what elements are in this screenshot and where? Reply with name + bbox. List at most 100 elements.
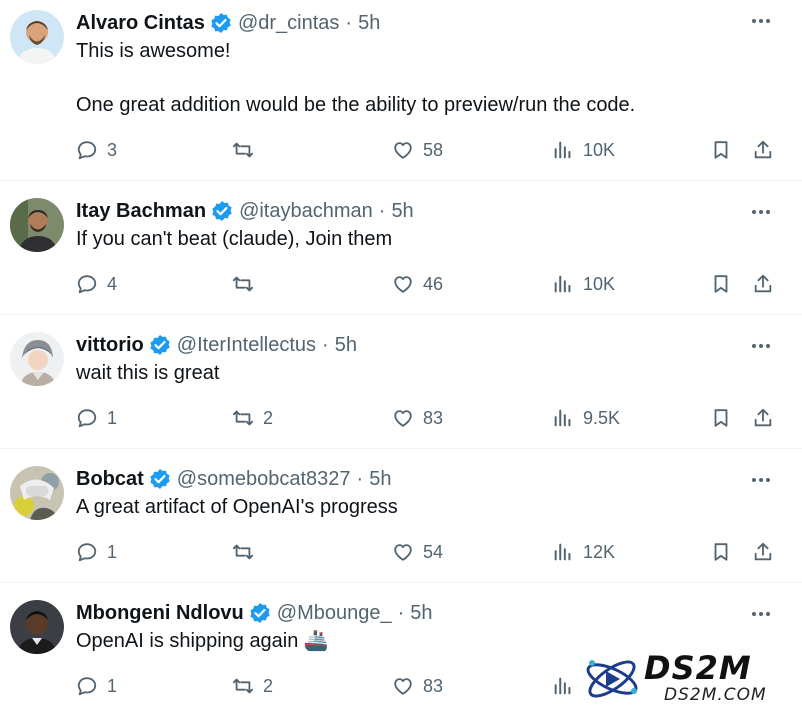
timestamp[interactable]: 5h xyxy=(410,602,432,625)
heart-icon xyxy=(394,276,412,293)
share-button[interactable] xyxy=(752,136,774,164)
like-count: 83 xyxy=(423,407,444,428)
views-button[interactable]: 12K xyxy=(552,538,615,566)
retweet-button[interactable] xyxy=(232,538,263,566)
reply-button[interactable]: 3 xyxy=(76,136,117,164)
author-handle[interactable]: @somebobcat8327 xyxy=(177,468,351,491)
bookmark-button[interactable] xyxy=(710,136,732,164)
avatar[interactable] xyxy=(10,466,64,520)
reply-button[interactable]: 4 xyxy=(76,270,117,298)
retweet-icon xyxy=(232,678,254,694)
views-chart-icon xyxy=(554,409,571,427)
retweet-button[interactable] xyxy=(232,270,263,298)
reply-button[interactable]: 1 xyxy=(76,538,117,566)
like-button[interactable]: 83 xyxy=(392,404,443,432)
author-name[interactable]: Alvaro Cintas xyxy=(76,12,205,35)
separator-dot: · xyxy=(345,11,353,34)
tweet[interactable]: Alvaro Cintas @dr_cintas · 5h This is aw… xyxy=(0,0,802,181)
tweet-text: OpenAI is shipping again 🚢 xyxy=(76,630,329,652)
author-name[interactable]: Itay Bachman xyxy=(76,200,206,223)
retweet-button[interactable] xyxy=(232,136,263,164)
author-name[interactable]: Bobcat xyxy=(76,468,144,491)
like-button[interactable]: 83 xyxy=(392,672,443,700)
bookmark-button[interactable] xyxy=(710,270,732,298)
action-bar: 1 2 83 9.5K xyxy=(76,404,802,432)
verified-badge-icon xyxy=(150,335,170,355)
more-options-icon[interactable] xyxy=(750,603,772,625)
tweet[interactable]: Itay Bachman @itaybachman · 5h If you ca… xyxy=(0,181,802,315)
avatar[interactable] xyxy=(10,332,64,386)
verified-badge-icon xyxy=(150,469,170,489)
reply-button[interactable]: 1 xyxy=(76,404,117,432)
bookmark-icon xyxy=(714,141,728,159)
timestamp[interactable]: 5h xyxy=(335,334,357,357)
watermark-brand: DS2M xyxy=(644,649,752,687)
retweet-icon xyxy=(232,276,254,292)
like-button[interactable]: 54 xyxy=(392,538,443,566)
bookmark-button[interactable] xyxy=(710,404,732,432)
author-name[interactable]: Mbongeni Ndlovu xyxy=(76,602,244,625)
views-chart-icon xyxy=(554,543,571,561)
separator-dot: · xyxy=(378,199,386,222)
like-count: 83 xyxy=(423,675,444,696)
heart-icon xyxy=(394,678,412,695)
like-button[interactable]: 46 xyxy=(392,270,443,298)
verified-badge-icon xyxy=(212,201,232,221)
author-handle[interactable]: @Mbounge_ xyxy=(277,602,392,625)
avatar[interactable] xyxy=(10,10,64,64)
reply-icon xyxy=(77,677,97,696)
heart-icon xyxy=(394,544,412,561)
share-button[interactable] xyxy=(752,538,774,566)
atom-logo-icon xyxy=(586,660,638,698)
reply-button[interactable]: 1 xyxy=(76,672,117,700)
views-chart-icon xyxy=(554,677,571,695)
retweet-button[interactable]: 2 xyxy=(232,404,273,432)
author-name[interactable]: vittorio xyxy=(76,334,144,357)
tweet-text: If you can't beat (claude), Join them xyxy=(76,228,393,250)
heart-icon xyxy=(394,142,412,159)
bookmark-button[interactable] xyxy=(710,538,732,566)
share-button[interactable] xyxy=(752,404,774,432)
tweet-text: This is awesome! One great addition woul… xyxy=(76,40,636,116)
avatar[interactable] xyxy=(10,198,64,252)
share-icon xyxy=(754,408,772,427)
retweet-icon xyxy=(232,142,254,158)
tweet-text: wait this is great xyxy=(76,362,220,384)
tweet-header: Bobcat @somebobcat8327 · 5h xyxy=(76,466,391,492)
avatar[interactable] xyxy=(10,600,64,654)
views-count: 9.5K xyxy=(583,407,621,428)
share-icon xyxy=(754,140,772,159)
retweet-button[interactable]: 2 xyxy=(232,672,273,700)
views-count: 10K xyxy=(583,139,616,160)
views-count: 10K xyxy=(583,273,616,294)
like-count: 54 xyxy=(423,541,444,562)
author-handle[interactable]: @itaybachman xyxy=(239,200,373,223)
share-button[interactable] xyxy=(752,270,774,298)
timestamp[interactable]: 5h xyxy=(369,468,391,491)
more-options-icon[interactable] xyxy=(750,201,772,223)
share-icon xyxy=(754,542,772,561)
retweet-count: 2 xyxy=(263,407,274,428)
tweet[interactable]: Bobcat @somebobcat8327 · 5h A great arti… xyxy=(0,449,802,583)
more-options-icon[interactable] xyxy=(750,10,772,32)
like-button[interactable]: 58 xyxy=(392,136,443,164)
retweet-count: 2 xyxy=(263,675,274,696)
author-handle[interactable]: @dr_cintas xyxy=(238,12,339,35)
views-button[interactable]: 10K xyxy=(552,136,615,164)
views-button[interactable]: 9.5K xyxy=(552,404,620,432)
reply-icon xyxy=(77,409,97,428)
author-handle[interactable]: @IterIntellectus xyxy=(177,334,316,357)
bookmark-icon xyxy=(714,275,728,293)
reply-icon xyxy=(77,141,97,160)
more-options-icon[interactable] xyxy=(750,335,772,357)
tweet[interactable]: vittorio @IterIntellectus · 5h wait this… xyxy=(0,315,802,449)
views-button[interactable]: 10K xyxy=(552,270,615,298)
watermark-domain: DS2M.COM xyxy=(664,685,767,705)
timestamp[interactable]: 5h xyxy=(358,12,380,35)
tweet-header: Alvaro Cintas @dr_cintas · 5h xyxy=(76,10,380,36)
more-options-icon[interactable] xyxy=(750,469,772,491)
views-count: 12K xyxy=(583,541,616,562)
timestamp[interactable]: 5h xyxy=(391,200,413,223)
reply-count: 4 xyxy=(107,273,118,294)
share-icon xyxy=(754,274,772,293)
